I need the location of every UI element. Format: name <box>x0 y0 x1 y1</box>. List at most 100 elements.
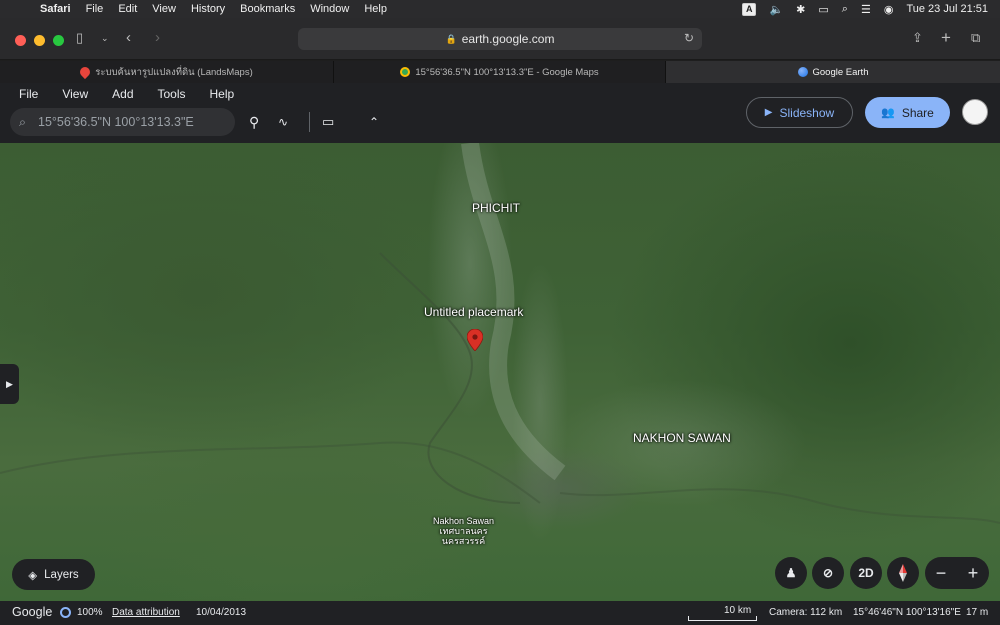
search-icon: ⌕ <box>19 114 27 129</box>
zoom-in-button[interactable]: + <box>968 563 979 584</box>
toolbar-divider <box>309 112 310 132</box>
back-button[interactable]: ‹ <box>126 29 131 47</box>
tab-title: 15°56'36.5"N 100°13'13.3"E - Google Maps <box>415 66 599 78</box>
scale-label: 10 km <box>724 605 752 616</box>
share-label: Share <box>901 105 934 120</box>
share-button[interactable]: 👥 Share <box>865 97 950 128</box>
view-mode-label: 2D <box>858 566 874 580</box>
menu-history[interactable]: History <box>191 3 225 15</box>
earth-menu: File View Add Tools Help <box>19 87 234 101</box>
chevron-down-icon[interactable]: ⌄ <box>101 29 109 47</box>
google-logo: Google <box>12 605 53 619</box>
menu-app-safari[interactable]: Safari <box>40 3 71 15</box>
macos-menubar: Safari File Edit View History Bookmarks … <box>0 0 1000 18</box>
menu-file[interactable]: File <box>86 3 104 15</box>
tab-title: ระบบค้นหารูปแปลงที่ดิน (LandsMaps) <box>95 66 253 78</box>
volume-icon[interactable]: 🔈 <box>769 3 783 16</box>
slideshow-button[interactable]: ▶ Slideshow <box>746 97 853 128</box>
url-text: earth.google.com <box>461 32 555 46</box>
loading-globe-icon <box>60 607 71 618</box>
tab-google-maps[interactable]: 15°56'36.5"N 100°13'13.3"E - Google Maps <box>334 61 666 83</box>
map-label-nakhon-sawan-province[interactable]: NAKHON SAWAN <box>633 431 731 445</box>
cursor-coordinates: 15°46'46"N 100°13'16"E <box>853 607 961 618</box>
earth-menu-file[interactable]: File <box>19 87 38 101</box>
tab-bar: ระบบค้นหารูปแปลงที่ดิน (LandsMaps) 15°56… <box>0 61 1000 83</box>
layers-button[interactable]: ◈ Layers <box>12 559 95 590</box>
earth-header: File View Add Tools Help ⌕ 15°56'36.5"N … <box>0 83 1000 143</box>
sidebar-toggle-icon[interactable]: ▯ <box>76 29 83 47</box>
people-icon: 👥 <box>881 107 895 119</box>
siri-icon[interactable]: ◉ <box>884 3 894 16</box>
compass-icon <box>899 564 907 582</box>
avatar[interactable] <box>962 99 988 125</box>
control-center-icon[interactable]: ☰ <box>861 3 871 16</box>
measure-ruler-icon[interactable]: ▭ <box>322 114 334 130</box>
scale-bar <box>688 616 757 621</box>
map-label-nakhon-sawan-city[interactable]: Nakhon Sawan เทศบาลนคร นครสวรรค์ <box>433 516 494 546</box>
bluetooth-icon[interactable]: ✱ <box>796 3 805 16</box>
menu-bookmarks[interactable]: Bookmarks <box>240 3 295 15</box>
earth-menu-tools[interactable]: Tools <box>158 87 186 101</box>
zoom-window-button[interactable] <box>53 35 64 46</box>
menu-window[interactable]: Window <box>310 3 349 15</box>
reset-tilt-button[interactable]: ⊘ <box>812 557 844 589</box>
clock[interactable]: Tue 23 Jul 21:51 <box>906 3 988 15</box>
close-window-button[interactable] <box>15 35 26 46</box>
tab-overview-icon[interactable]: ⧉ <box>971 29 980 47</box>
chevron-right-icon: ▶ <box>6 378 13 389</box>
earth-menu-view[interactable]: View <box>62 87 88 101</box>
search-input[interactable]: ⌕ 15°56'36.5"N 100°13'13.3"E <box>10 108 235 136</box>
tilt-reset-icon: ⊘ <box>822 566 834 580</box>
placemark-label[interactable]: Untitled placemark <box>424 305 523 319</box>
tab-google-earth[interactable]: Google Earth <box>666 61 1000 83</box>
city-label-th-1: เทศบาลนคร <box>439 526 488 536</box>
imagery-date: 10/04/2013 <box>196 607 247 618</box>
chevron-up-icon[interactable]: ⌃ <box>369 114 379 130</box>
window-controls <box>15 35 64 46</box>
add-placemark-icon[interactable]: ⚲ <box>249 114 259 130</box>
google-maps-icon <box>400 67 411 77</box>
map-pin-icon <box>78 64 93 80</box>
earth-menu-help[interactable]: Help <box>210 87 235 101</box>
reload-icon[interactable]: ↻ <box>684 31 694 45</box>
layers-label: Layers <box>44 568 79 581</box>
menu-edit[interactable]: Edit <box>118 3 137 15</box>
layers-icon: ◈ <box>28 569 38 582</box>
new-tab-icon[interactable]: + <box>941 29 951 47</box>
menu-help[interactable]: Help <box>364 3 387 15</box>
search-value: 15°56'36.5"N 100°13'13.3"E <box>38 115 194 129</box>
share-sheet-icon[interactable]: ⇪ <box>912 29 923 47</box>
minimize-window-button[interactable] <box>34 35 45 46</box>
map-label-phichit[interactable]: PHICHIT <box>472 201 520 215</box>
earth-status-bar: Google 100% Data attribution 10/04/2013 … <box>0 601 1000 625</box>
input-source-badge[interactable]: A <box>741 2 757 16</box>
address-bar[interactable]: 🔒 earth.google.com ↻ <box>298 28 702 50</box>
data-attribution-link[interactable]: Data attribution <box>112 607 180 618</box>
earth-menu-add[interactable]: Add <box>112 87 133 101</box>
tab-title: Google Earth <box>812 66 869 78</box>
elevation: 17 m <box>966 607 989 618</box>
load-percent: 100% <box>77 607 103 618</box>
lock-icon: 🔒 <box>445 33 457 44</box>
draw-path-icon[interactable]: ∿ <box>278 114 288 130</box>
safari-toolbar: ▯ ⌄ ‹ › 🔒 earth.google.com ↻ ⇪ + ⧉ <box>0 18 1000 60</box>
zoom-controls: − + <box>925 557 989 589</box>
camera-altitude: Camera: 112 km <box>769 607 843 618</box>
city-label-en: Nakhon Sawan <box>433 516 495 526</box>
pegman-button[interactable]: ♟ <box>775 557 807 589</box>
forward-button[interactable]: › <box>155 29 160 47</box>
tab-landsmaps[interactable]: ระบบค้นหารูปแปลงที่ดิน (LandsMaps) <box>0 61 334 83</box>
pegman-icon: ♟ <box>785 566 797 580</box>
expand-panel-button[interactable]: ▶ <box>0 364 19 404</box>
slideshow-label: Slideshow <box>779 105 835 120</box>
placemark-pin-icon[interactable] <box>467 329 483 351</box>
zoom-out-button[interactable]: − <box>936 563 947 584</box>
battery-icon[interactable]: ▭ <box>818 3 828 16</box>
status-menu-area: A 🔈 ✱ ▭ ⌕ ☰ ◉ Tue 23 Jul 21:51 <box>741 0 988 18</box>
satellite-map[interactable]: PHICHIT Untitled placemark NAKHON SAWAN … <box>0 143 1000 601</box>
menu-view[interactable]: View <box>152 3 176 15</box>
spotlight-icon[interactable]: ⌕ <box>842 3 848 16</box>
compass-button[interactable] <box>887 557 919 589</box>
slideshow-icon: ▶ <box>764 107 773 118</box>
view-mode-2d-button[interactable]: 2D <box>850 557 882 589</box>
